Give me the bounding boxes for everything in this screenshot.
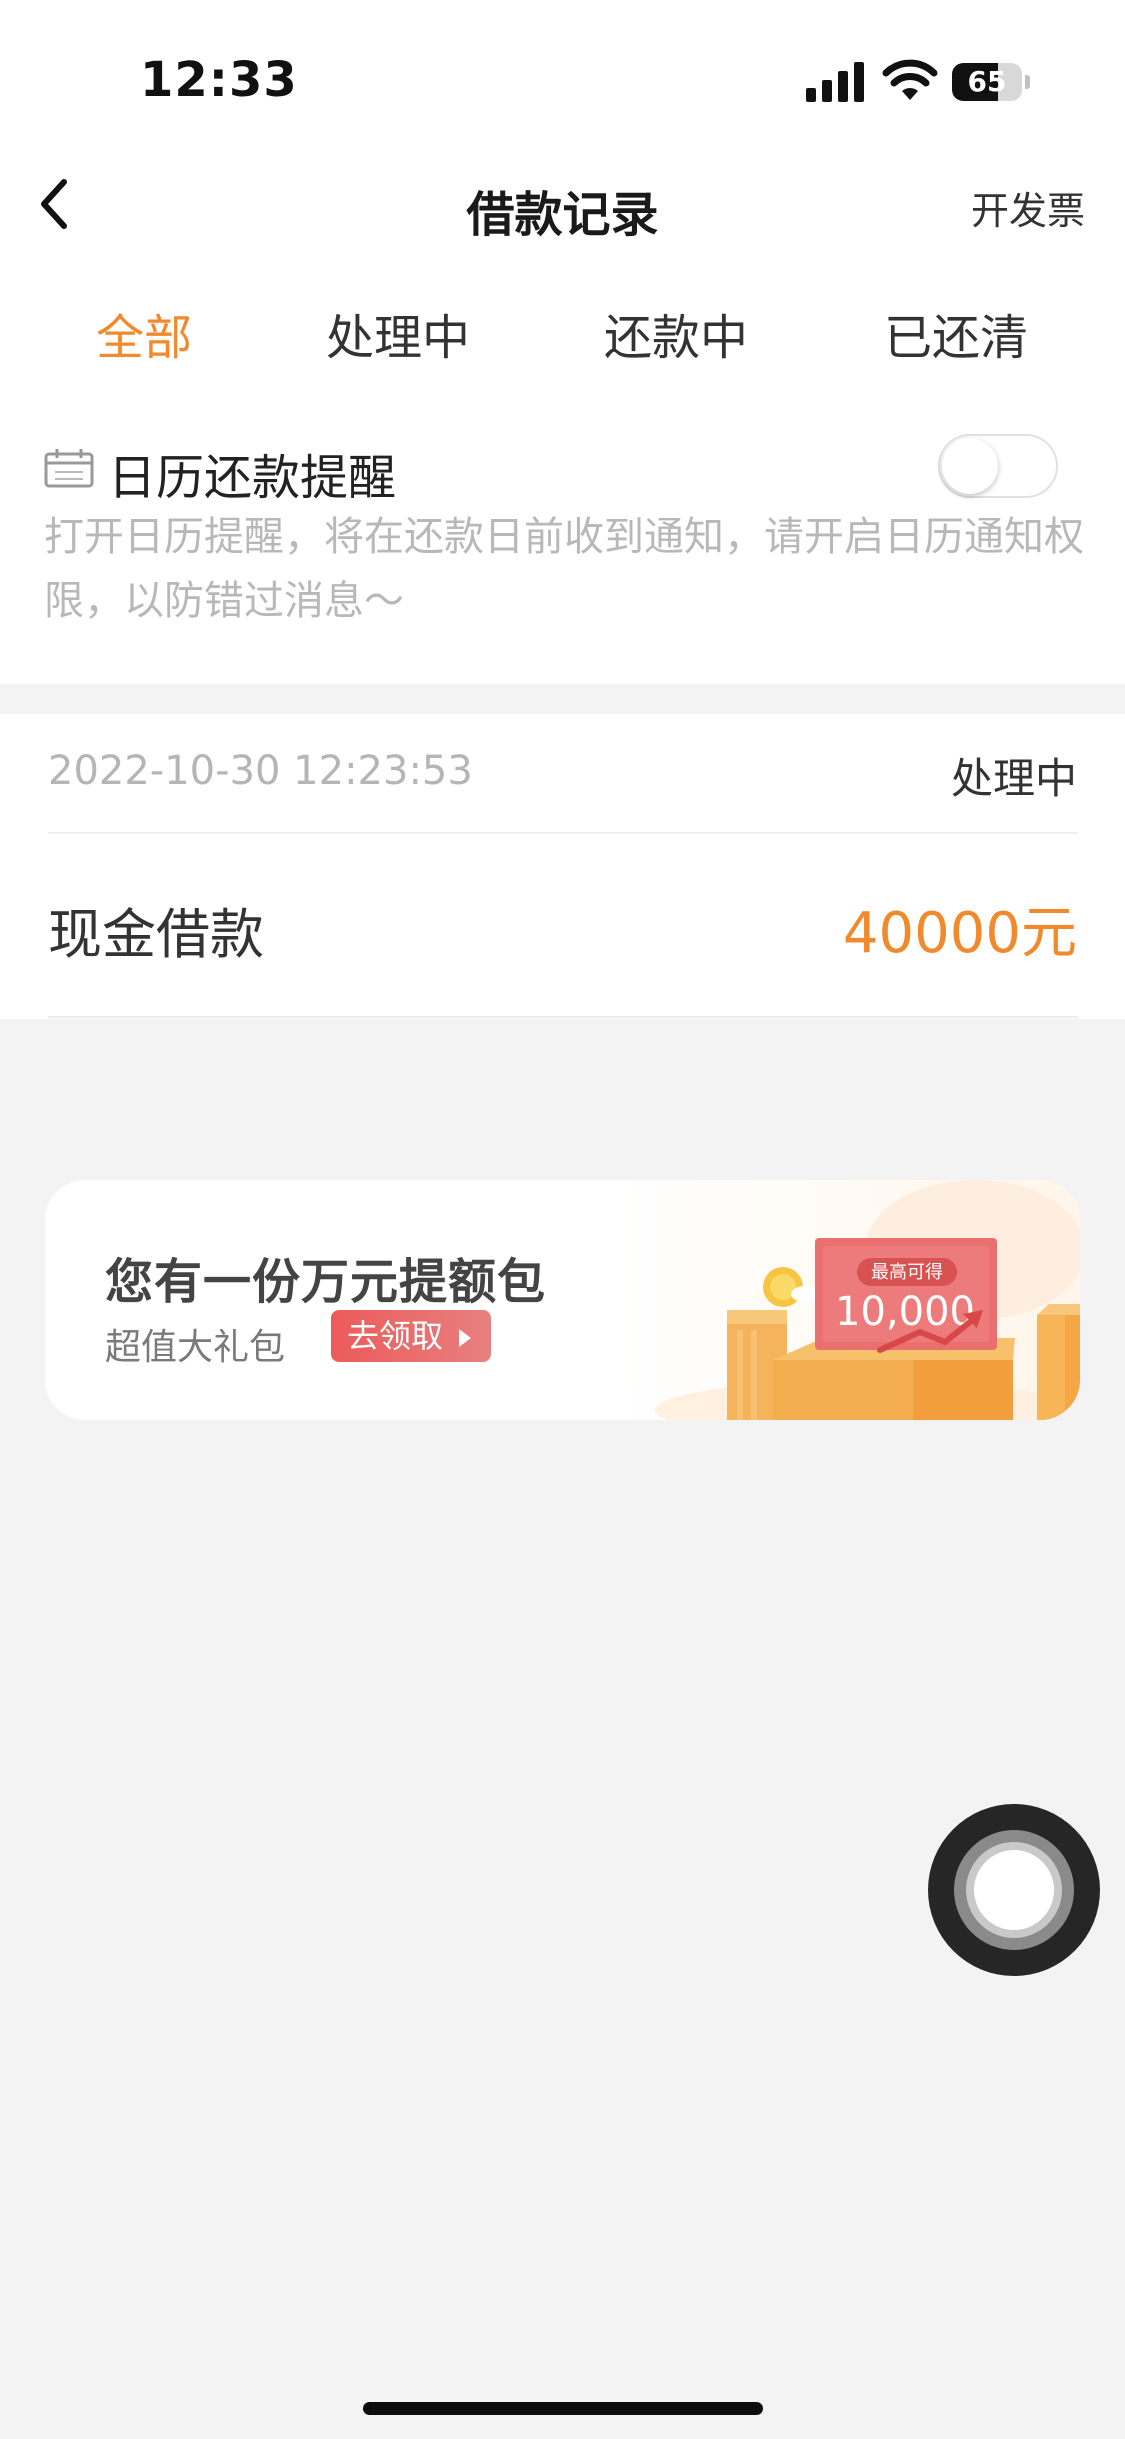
tab-all[interactable]: 全部	[24, 298, 264, 368]
record-status: 处理中	[950, 754, 1077, 803]
record-datetime: 2022-10-30 12:23:53	[48, 748, 473, 794]
tab-processing[interactable]: 处理中	[278, 298, 518, 368]
claim-button-label: 去领取	[347, 1317, 444, 1355]
calendar-icon	[44, 449, 94, 488]
play-triangle-icon	[459, 1329, 472, 1347]
record-type: 现金借款	[48, 903, 264, 966]
gift-illustration: 最高可得 10,000	[655, 1180, 1080, 1420]
section-divider	[0, 684, 1125, 714]
home-indicator[interactable]	[363, 2402, 763, 2415]
tab-repaying[interactable]: 还款中	[556, 298, 796, 368]
badge-label: 最高可得	[871, 1262, 943, 1283]
invoice-button[interactable]: 开发票	[971, 180, 1085, 235]
assistive-touch-button[interactable]	[928, 1804, 1100, 1976]
page-title: 借款记录	[466, 187, 659, 243]
battery-level: 65	[967, 65, 1007, 98]
record-divider	[48, 832, 1078, 834]
badge-value: 10,000	[835, 1289, 975, 1335]
battery-icon: 65	[952, 63, 1022, 101]
reminder-toggle[interactable]	[938, 434, 1058, 498]
banner-title: 您有一份万元提额包	[105, 1254, 547, 1310]
tab-paid-off[interactable]: 已还清	[836, 298, 1076, 368]
record-amount: 40000元	[842, 901, 1077, 966]
promo-banner[interactable]: 您有一份万元提额包 超值大礼包 去领取 最高可得 10,000	[45, 1180, 1080, 1420]
signal-icon	[806, 62, 864, 102]
toggle-knob	[942, 438, 998, 494]
reminder-title: 日历还款提醒	[108, 450, 397, 506]
record-bottom-divider	[48, 1016, 1078, 1018]
assistive-core	[974, 1850, 1054, 1930]
wifi-icon	[882, 59, 938, 100]
battery-tip	[1025, 75, 1030, 89]
reminder-description: 打开日历提醒，将在还款日前收到通知，请开启日历通知权限，以防错过消息～	[44, 514, 1084, 624]
claim-button[interactable]: 去领取	[331, 1310, 491, 1362]
banner-subtitle: 超值大礼包	[105, 1327, 286, 1368]
status-time: 12:33	[140, 52, 298, 108]
